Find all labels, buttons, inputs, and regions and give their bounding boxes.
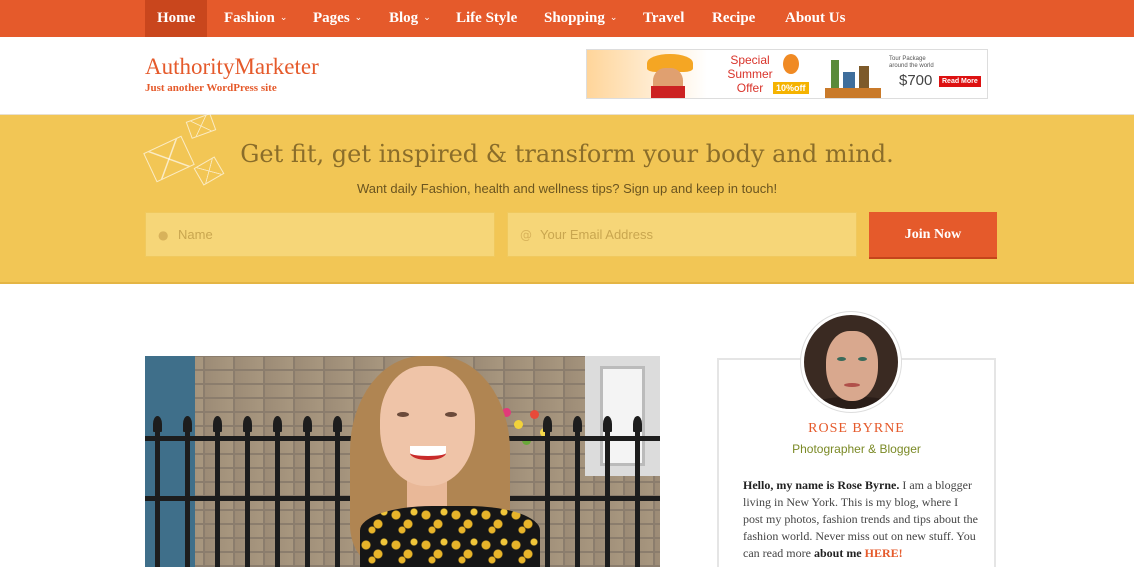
ad-discount-badge: 10%off xyxy=(773,82,809,94)
nav-item-label: Fashion xyxy=(224,10,275,26)
envelope-icon xyxy=(185,113,217,139)
name-placeholder: Name xyxy=(178,227,213,242)
avatar-lip-shape xyxy=(844,383,860,387)
site-header: AuthorityMarketer Just another WordPress… xyxy=(0,37,1134,115)
nav-item-recipe[interactable]: Recipe xyxy=(712,0,755,37)
ad-special-line: Special xyxy=(730,53,770,67)
smile-shape xyxy=(410,446,446,460)
join-now-button[interactable]: Join Now xyxy=(869,212,997,257)
about-me-link[interactable]: about me xyxy=(814,546,862,560)
nav-item-label: Travel xyxy=(643,10,685,26)
nav-item-life-style[interactable]: Life Style xyxy=(456,0,517,37)
woman-face-shape xyxy=(380,366,475,486)
optin-section: Get fit, get inspired & transform your b… xyxy=(0,113,1134,284)
nav-item-pages[interactable]: Pages ⌄ xyxy=(313,0,362,37)
ad-tour-line: around the world xyxy=(889,63,934,69)
nav-item-travel[interactable]: Travel xyxy=(643,0,684,37)
user-icon: ● xyxy=(158,227,169,242)
ad-tour-text: Tour Package around the world xyxy=(889,56,949,70)
author-bio-intro: Hello, my name is Rose Byrne. xyxy=(743,478,900,492)
suitcase-shape xyxy=(825,88,881,98)
ad-banner[interactable]: Special Summer Offer 10%off Tour Package… xyxy=(586,49,988,99)
hot-air-balloon-icon xyxy=(783,54,799,74)
site-tagline: Just another WordPress site xyxy=(145,82,277,94)
email-field[interactable]: @ Your Email Address xyxy=(507,212,857,257)
ad-price: $700 xyxy=(899,72,933,89)
avatar-face-shape xyxy=(826,331,878,401)
optin-heading: Get fit, get inspired & transform your b… xyxy=(240,140,894,168)
avatar-eye-shape xyxy=(837,357,846,361)
nav-item-label: Home xyxy=(157,10,196,26)
floral-dress-shape xyxy=(360,506,540,567)
chevron-down-icon: ⌄ xyxy=(609,13,618,23)
chevron-down-icon: ⌄ xyxy=(279,13,288,23)
email-placeholder: Your Email Address xyxy=(540,227,653,242)
chevron-down-icon: ⌄ xyxy=(423,13,431,23)
nav-item-home[interactable]: Home xyxy=(145,0,208,37)
ad-special-line: Summer xyxy=(727,67,773,81)
here-link[interactable]: HERE! xyxy=(865,546,903,560)
eye-shape xyxy=(397,412,409,417)
main-navigation: Home Fashion ⌄ Pages ⌄ Blog ⌄ Life Style Sh… xyxy=(0,0,1134,37)
avatar-eye-shape xyxy=(858,357,867,361)
nav-item-about-us[interactable]: About Us xyxy=(785,0,845,37)
author-role: Photographer & Blogger xyxy=(792,442,921,456)
nav-item-label: Life Style xyxy=(456,10,518,26)
author-name: ROSE BYRNE xyxy=(808,421,905,436)
chevron-down-icon: ⌄ xyxy=(354,13,363,23)
eye-shape xyxy=(445,412,457,417)
nav-item-label: About Us xyxy=(785,10,846,26)
author-bio: Hello, my name is Rose Byrne. I am a blo… xyxy=(743,477,979,562)
at-sign-icon: @ xyxy=(520,227,532,242)
nav-item-label: Blog xyxy=(389,10,419,26)
ad-read-more-button[interactable]: Read More xyxy=(939,76,981,87)
nav-item-fashion[interactable]: Fashion ⌄ xyxy=(224,0,287,37)
swimsuit-shape xyxy=(651,86,685,98)
nav-item-shopping[interactable]: Shopping ⌄ xyxy=(544,0,617,37)
avatar xyxy=(801,312,901,412)
optin-subheading: Want daily Fashion, health and wellness … xyxy=(356,181,778,196)
nav-item-label: Pages xyxy=(313,10,350,26)
nav-item-label: Recipe xyxy=(712,10,756,26)
world-landmarks-image xyxy=(823,54,883,98)
name-field[interactable]: ● Name xyxy=(145,212,495,257)
ad-tour-line: Tour Package xyxy=(889,56,926,62)
nav-item-blog[interactable]: Blog ⌄ xyxy=(389,0,431,37)
nav-item-label: Shopping xyxy=(544,10,605,26)
featured-post-image[interactable] xyxy=(145,356,660,567)
site-title[interactable]: AuthorityMarketer xyxy=(145,54,319,80)
